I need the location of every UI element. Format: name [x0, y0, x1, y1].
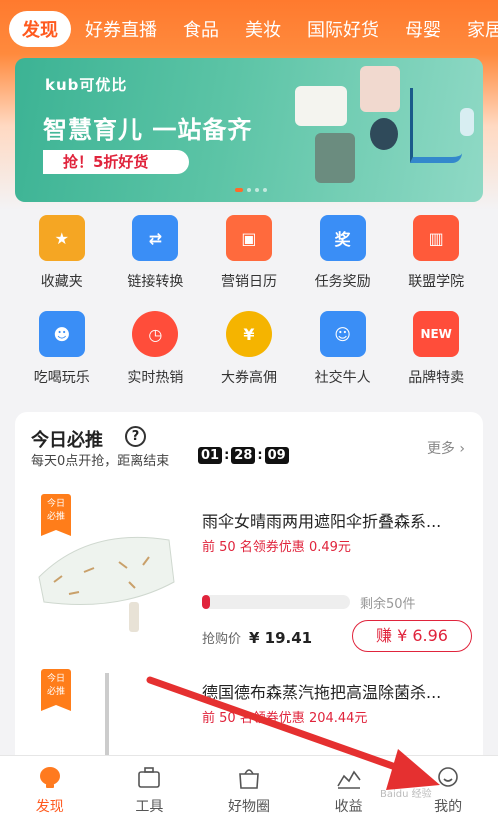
award-icon: 奖 [319, 215, 366, 261]
nav-tools[interactable]: 工具 [100, 756, 200, 821]
product-image-bottle [460, 108, 474, 136]
timer-minutes: 28 [231, 447, 256, 464]
product-image-robot [370, 118, 398, 150]
product-image-mop [105, 673, 109, 768]
building-icon: ▥ [413, 215, 460, 261]
shortcut-brand-sale[interactable]: NEW 品牌特卖 [389, 311, 483, 387]
refresh-icon: ⇄ [132, 215, 179, 261]
price-info: 抢购价 ¥ 19.41 [202, 629, 313, 647]
shopping-bag-icon [239, 769, 259, 789]
timer-seconds: 09 [264, 447, 289, 464]
profile-icon [438, 767, 458, 787]
timer-hours: 01 [198, 447, 223, 464]
stock-progress-bar [202, 595, 350, 609]
discover-icon [39, 767, 60, 788]
clock-icon: ◷ [132, 311, 179, 357]
promo-banner[interactable]: kub可优比 智慧育儿 一站备齐 抢！5折好货 [15, 58, 483, 202]
today-recommend-card: 今日必推 ? 每天0点开抢，距离结束 01 : 28 : 09 更多 › 今日必… [15, 412, 483, 772]
coupon-info: 前 50 名领券优惠 0.49元 [202, 540, 351, 555]
shortcut-alliance-academy[interactable]: ▥ 联盟学院 [389, 215, 483, 291]
shortcut-social-stars[interactable]: ☺ 社交牛人 [296, 311, 390, 387]
shortcut-big-coupons[interactable]: ¥ 大券高佣 [202, 311, 296, 387]
tab-coupon-live[interactable]: 好券直播 [85, 16, 157, 42]
watermark: Baidu 经验 [380, 789, 432, 800]
shortcut-link-convert[interactable]: ⇄ 链接转换 [109, 215, 203, 291]
gift-icon: ▣ [225, 215, 272, 261]
tab-discover[interactable]: 发现 [9, 11, 71, 47]
tab-beauty[interactable]: 美妆 [245, 16, 281, 42]
money-bag-icon: ¥ [225, 311, 272, 357]
earn-button[interactable]: 赚 ¥ 6.96 [352, 620, 472, 652]
new-badge-icon: NEW [413, 311, 460, 357]
brand-logo: kub可优比 [45, 76, 128, 94]
tab-mother-baby[interactable]: 母婴 [405, 16, 441, 42]
product-image-bag [315, 133, 355, 183]
shortcut-hot-sales[interactable]: ◷ 实时热销 [109, 311, 203, 387]
product-item[interactable]: 今日 必推 雨伞女晴雨两用遮阳伞折叠森系... 前 50 名领券优惠 0.49元 … [15, 492, 483, 652]
stock-remaining: 剩余50件 [360, 597, 416, 612]
nav-discover[interactable]: 发现 [0, 756, 100, 821]
product-image-box [295, 86, 347, 126]
help-icon[interactable]: ? [125, 426, 146, 447]
product-image-scooter [410, 88, 462, 163]
more-link[interactable]: 更多 › [427, 438, 465, 458]
product-name[interactable]: 德国德布森蒸汽拖把高温除菌杀... [202, 679, 467, 703]
shortcut-grid: ★ 收藏夹 ⇄ 链接转换 ▣ 营销日历 奖 任务奖励 ▥ 联盟学院 ☻ 吃喝玩乐… [15, 215, 483, 387]
carousel-indicator [235, 188, 267, 192]
shortcut-food-fun[interactable]: ☻ 吃喝玩乐 [15, 311, 109, 387]
category-tabs: 发现 好券直播 食品 美妆 国际好货 母婴 家居 [0, 0, 498, 58]
shortcut-marketing-calendar[interactable]: ▣ 营销日历 [202, 215, 296, 291]
chevron-right-icon: › [459, 441, 465, 457]
product-name[interactable]: 雨伞女晴雨两用遮阳伞折叠森系... [202, 508, 467, 532]
star-folder-icon: ★ [38, 215, 85, 261]
delivery-icon: ☻ [38, 311, 85, 357]
countdown-timer: 01 : 28 : 09 [198, 447, 289, 464]
daily-pick-badge: 今日 必推 [41, 669, 71, 711]
chart-icon [336, 770, 361, 789]
tab-global-goods[interactable]: 国际好货 [307, 16, 379, 42]
section-subtitle: 每天0点开抢，距离结束 [31, 454, 170, 469]
product-image-lamp [360, 66, 400, 112]
nav-goods-circle[interactable]: 好物圈 [199, 756, 299, 821]
tab-home[interactable]: 家居 [467, 16, 498, 42]
product-image-umbrella [38, 536, 175, 632]
coupon-info: 前 50 名领券优惠 204.44元 [202, 711, 368, 726]
people-icon: ☺ [319, 311, 366, 357]
tab-food[interactable]: 食品 [183, 16, 219, 42]
toolbox-icon [138, 767, 161, 788]
banner-promo-label: 抢！5折好货 [43, 150, 189, 174]
shortcut-task-rewards[interactable]: 奖 任务奖励 [296, 215, 390, 291]
banner-headline: 智慧育儿 一站备齐 [43, 116, 253, 144]
shortcut-favorites[interactable]: ★ 收藏夹 [15, 215, 109, 291]
section-title: 今日必推 [31, 430, 103, 451]
